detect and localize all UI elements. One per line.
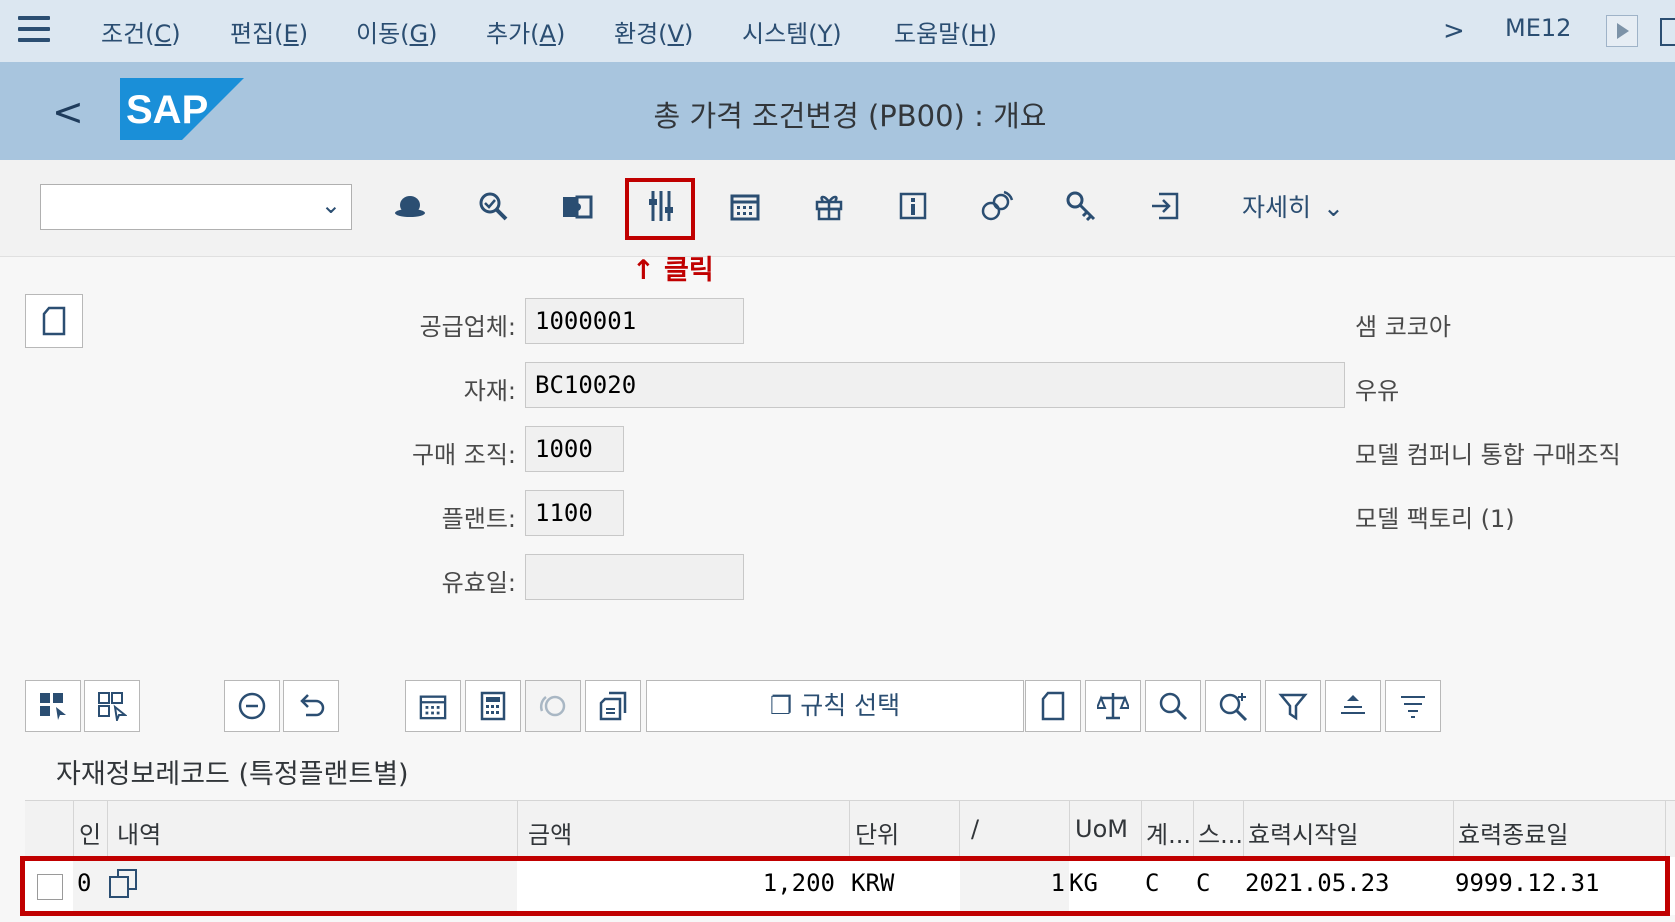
check-search-icon[interactable] <box>473 186 513 226</box>
purch-org-label: 구매 조직: <box>411 441 516 469</box>
column-header[interactable]: UoM <box>1075 815 1128 843</box>
column-header[interactable]: 효력시작일 <box>1248 815 1358 850</box>
plant-description: 모델 팩토리 (1) <box>1355 505 1515 533</box>
column-header[interactable]: 효력종료일 <box>1458 815 1568 850</box>
more-menu[interactable]: 자세히 ⌄ <box>1242 188 1344 224</box>
menu-bar: 조건(C) 편집(E) 이동(G) 추가(A) 환경(V) 시스템(Y) 도움말… <box>0 0 1675 63</box>
click-annotation: ↑ 클릭 <box>632 255 714 286</box>
plant-label: 플랜트: <box>441 505 516 533</box>
material-label: 자재: <box>463 377 516 405</box>
column-header[interactable]: 계... <box>1146 815 1191 850</box>
column-header[interactable]: 내역 <box>117 815 161 850</box>
undo-icon[interactable] <box>283 680 339 732</box>
highlight-box <box>625 178 695 240</box>
row-highlight-box <box>20 856 1670 916</box>
menu-extras[interactable]: 추가(A) <box>486 14 565 49</box>
run-icon[interactable] <box>1606 15 1638 47</box>
filter-icon[interactable] <box>1265 680 1321 732</box>
valid-date-label: 유효일: <box>441 569 516 597</box>
section-title: 자재정보레코드 (특정플랜트별) <box>56 759 409 790</box>
chevron-down-icon: ⌄ <box>320 191 341 219</box>
column-header[interactable]: 스... <box>1198 815 1243 850</box>
calculator-icon[interactable] <box>465 680 521 732</box>
scale-icon[interactable] <box>1085 680 1141 732</box>
page-title: 총 가격 조건변경 (PB00) : 개요 <box>653 99 1047 133</box>
menu-system[interactable]: 시스템(Y) <box>742 14 842 49</box>
column-header[interactable]: / <box>971 815 979 843</box>
gift-icon[interactable] <box>809 186 849 226</box>
material-description: 우유 <box>1355 377 1400 405</box>
copy-icon: ❐ <box>769 691 793 720</box>
external-window-icon[interactable] <box>1660 18 1675 46</box>
variant-dropdown[interactable]: ⌄ <box>40 184 352 230</box>
currency-icon <box>525 680 581 732</box>
deselect-all-icon[interactable] <box>84 680 140 732</box>
key-icon[interactable] <box>1061 186 1101 226</box>
menu-help[interactable]: 도움말(H) <box>894 14 997 49</box>
transaction-code: ME12 <box>1505 14 1572 42</box>
info-icon[interactable] <box>893 186 933 226</box>
coins-icon[interactable] <box>977 186 1017 226</box>
valid-date-field[interactable] <box>525 554 744 600</box>
rule-select-button[interactable]: ❐ 규칙 선택 <box>646 680 1024 732</box>
hat-icon[interactable] <box>390 186 430 226</box>
calendar-icon[interactable] <box>725 186 765 226</box>
copy-icon[interactable] <box>585 680 641 732</box>
menu-environment[interactable]: 환경(V) <box>614 14 693 49</box>
document-button[interactable] <box>25 294 83 348</box>
document-icon <box>42 306 66 336</box>
purch-org-description: 모델 컴퍼니 통합 구매조직 <box>1355 441 1621 469</box>
vendor-label: 공급업체: <box>419 313 516 341</box>
vendor-field[interactable]: 1000001 <box>525 298 744 344</box>
chevron-right-icon[interactable]: > <box>1443 16 1465 46</box>
application-toolbar: ⌄ 자세히 ⌄ <box>0 160 1675 257</box>
column-header[interactable]: 인 <box>79 815 101 850</box>
column-header[interactable]: 금액 <box>528 815 572 850</box>
search-next-icon[interactable] <box>1205 680 1261 732</box>
table-header: 인 내역 금액 단위 / UoM 계... 스... 효력시작일 효력종료일 <box>25 800 1675 858</box>
select-all-icon[interactable] <box>25 680 81 732</box>
title-bar: < SAP 총 가격 조건변경 (PB00) : 개요 <box>0 62 1675 160</box>
plant-field[interactable]: 1100 <box>525 490 624 536</box>
hamburger-menu-icon[interactable] <box>18 16 50 44</box>
sort-ascending-icon[interactable] <box>1325 680 1381 732</box>
grid-document-icon[interactable] <box>1025 680 1081 732</box>
menu-edit[interactable]: 편집(E) <box>230 14 308 49</box>
column-header[interactable]: 단위 <box>855 815 899 850</box>
search-icon[interactable] <box>1145 680 1201 732</box>
menu-condition[interactable]: 조건(C) <box>101 14 181 49</box>
remove-row-icon[interactable] <box>224 680 280 732</box>
grid-calendar-icon[interactable] <box>405 680 461 732</box>
menu-goto[interactable]: 이동(G) <box>356 14 438 49</box>
material-field[interactable]: BC10020 <box>525 362 1345 408</box>
export-icon[interactable] <box>1145 186 1185 226</box>
purch-org-field[interactable]: 1000 <box>525 426 624 472</box>
puzzle-icon[interactable] <box>557 186 597 226</box>
chevron-down-icon: ⌄ <box>1323 193 1344 222</box>
vendor-description: 샘 코코아 <box>1355 313 1451 341</box>
sort-descending-icon[interactable] <box>1385 680 1441 732</box>
